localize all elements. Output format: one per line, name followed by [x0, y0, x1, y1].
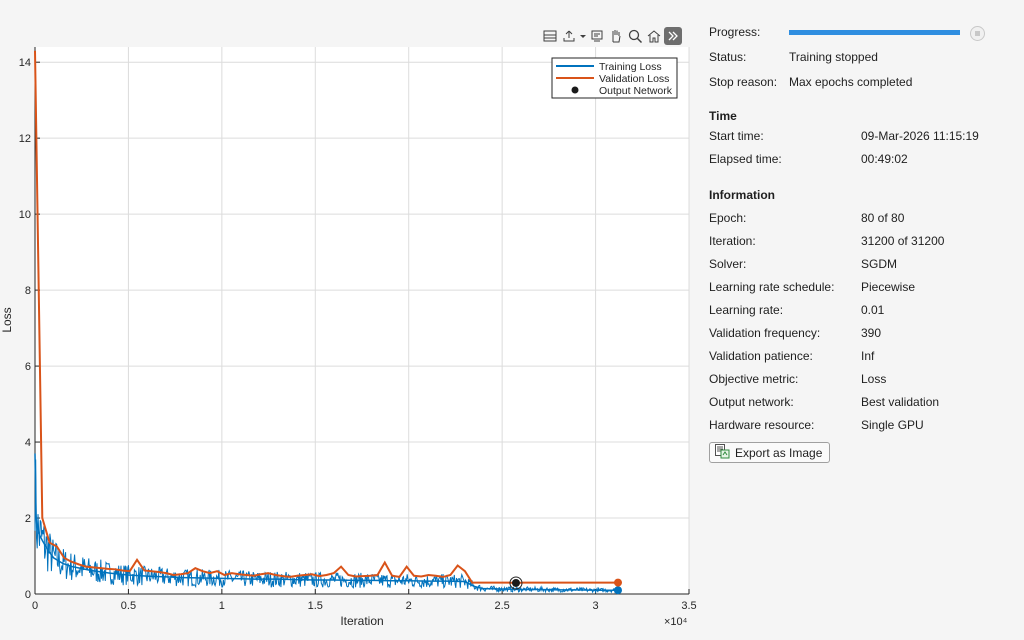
info-label: Epoch: [709, 211, 747, 225]
export-as-image-button[interactable]: Export as Image [709, 442, 831, 463]
info-label: Validation frequency: [709, 326, 821, 340]
final-point-marker [613, 578, 622, 587]
legend-entry-label: Training Loss [599, 61, 662, 73]
info-label: Learning rate schedule: [709, 280, 835, 294]
info-value: Loss [861, 372, 887, 386]
stop-reason-label: Stop reason: [709, 75, 778, 89]
status-label: Status: [709, 50, 747, 64]
collapse-icon[interactable] [664, 27, 682, 45]
info-label: Hardware resource: [709, 418, 815, 432]
info-value: Best validation [861, 395, 940, 409]
info-label: Objective metric: [709, 372, 799, 386]
y-tick-label: 6 [25, 361, 31, 373]
info-value: Piecewise [861, 280, 916, 294]
elapsed-time-value: 00:49:02 [861, 152, 908, 166]
y-tick-label: 10 [19, 209, 31, 221]
data-tips-icon[interactable] [541, 27, 559, 45]
stop-button[interactable] [970, 26, 985, 41]
info-value: Inf [861, 349, 875, 363]
x-tick-label: 1 [219, 600, 225, 612]
y-tick-label: 14 [19, 57, 31, 69]
legend-entry-label: Validation Loss [599, 73, 669, 85]
x-exponent-label: ×10⁴ [664, 616, 688, 628]
loss-chart: 0 0.5 1 1.5 2 2.5 3 3.5 0 2 4 6 8 10 12 14 Training Los… [0, 47, 697, 628]
legend-entry-label: Output Network [599, 85, 673, 97]
info-value: 80 of 80 [861, 211, 905, 225]
export-image-icon [714, 443, 730, 462]
x-tick-label: 3 [593, 600, 599, 612]
stop-icon [975, 31, 980, 36]
final-point-marker [613, 586, 622, 595]
x-axis-title: Iteration [340, 614, 383, 628]
info-label: Solver: [709, 257, 747, 271]
home-icon[interactable] [645, 27, 663, 45]
info-value: Single GPU [861, 418, 924, 432]
info-label: Iteration: [709, 234, 756, 248]
x-tick-label: 2 [406, 600, 412, 612]
info-value: 31200 of 31200 [861, 234, 945, 248]
x-tick-label: 1.5 [308, 600, 323, 612]
axes-toolbar [541, 26, 682, 46]
info-label: Validation patience: [709, 349, 813, 363]
y-axis-title: Loss [0, 307, 14, 332]
chevron-down-icon[interactable] [579, 27, 587, 45]
y-tick-label: 2 [25, 513, 31, 525]
info-value: 0.01 [861, 303, 885, 317]
start-time-value: 09-Mar-2026 11:15:19 [861, 129, 979, 143]
brush-icon[interactable] [588, 27, 606, 45]
progress-bar [789, 30, 960, 35]
x-tick-label: 3.5 [681, 600, 696, 612]
x-tick-label: 2.5 [494, 600, 509, 612]
export-axes-icon[interactable] [560, 27, 578, 45]
training-plot: 0 0.5 1 1.5 2 2.5 3 3.5 0 2 4 6 8 10 12 14 Training Los… [0, 0, 700, 640]
time-heading: Time [709, 109, 737, 123]
export-button-label: Export as Image [735, 445, 823, 460]
y-tick-label: 12 [19, 133, 31, 145]
elapsed-time-label: Elapsed time: [709, 152, 782, 166]
progress-bar-fill [789, 30, 960, 35]
plot-background [35, 47, 689, 594]
zoom-icon[interactable] [626, 27, 644, 45]
start-time-label: Start time: [709, 129, 764, 143]
progress-label: Progress: [709, 25, 761, 39]
info-value: 390 [861, 326, 882, 340]
x-tick-label: 0.5 [121, 600, 136, 612]
stop-reason-value: Max epochs completed [789, 75, 913, 89]
y-tick-label: 0 [25, 589, 31, 601]
status-value: Training stopped [789, 50, 878, 64]
output-network-marker [511, 578, 520, 587]
pan-icon[interactable] [607, 27, 625, 45]
y-tick-label: 4 [25, 437, 31, 449]
y-tick-label: 8 [25, 285, 31, 297]
info-label: Output network: [709, 395, 794, 409]
info-value: SGDM [861, 257, 897, 271]
legend-swatch [571, 86, 579, 94]
info-label: Learning rate: [709, 303, 784, 317]
information-heading: Information [709, 188, 775, 202]
x-tick-label: 0 [32, 600, 38, 612]
